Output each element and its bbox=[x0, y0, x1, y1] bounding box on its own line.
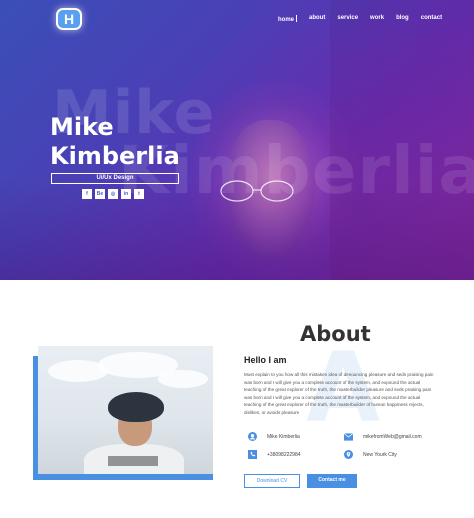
twitter-icon[interactable]: t bbox=[134, 189, 144, 199]
info-email: mikefromWeb@gmail.com bbox=[344, 432, 422, 441]
info-name: Mike Kimberlia bbox=[248, 432, 300, 441]
hero-first-name: Mike bbox=[50, 113, 114, 141]
nav-contact[interactable]: contact bbox=[421, 15, 442, 23]
nav-service[interactable]: service bbox=[337, 15, 358, 23]
behance-icon[interactable]: Be bbox=[95, 189, 105, 199]
nav-about[interactable]: about bbox=[309, 15, 325, 23]
hero-name: Mike Kimberlia bbox=[50, 113, 180, 171]
bucket-hat bbox=[108, 392, 164, 422]
logo[interactable]: H bbox=[56, 8, 82, 30]
info-location: New Yourk City bbox=[344, 450, 397, 459]
hero-section: Mike Kimberlia H home about service work… bbox=[0, 0, 474, 280]
hero-role: Ui/Ux Design bbox=[51, 173, 179, 184]
info-phone: +38098222984 bbox=[248, 450, 301, 459]
nav-blog[interactable]: blog bbox=[396, 15, 409, 23]
location-icon bbox=[344, 450, 353, 459]
phone-icon bbox=[248, 450, 257, 459]
user-icon bbox=[248, 432, 257, 441]
about-description: Must explain to you how all this mistake… bbox=[244, 372, 434, 415]
nav-work[interactable]: work bbox=[370, 15, 384, 23]
contact-me-button[interactable]: Contact me bbox=[307, 474, 357, 488]
about-photo bbox=[38, 346, 213, 474]
hero-last-name: Kimberlia bbox=[50, 142, 180, 170]
facebook-icon[interactable]: f bbox=[82, 189, 92, 199]
social-links: f Be ◎ in t bbox=[82, 189, 144, 199]
instagram-icon[interactable]: ◎ bbox=[108, 189, 118, 199]
mail-icon bbox=[344, 432, 353, 441]
about-photo-frame bbox=[33, 346, 213, 480]
download-cv-button[interactable]: Download CV bbox=[244, 474, 300, 488]
about-greeting: Hello I am bbox=[244, 355, 287, 365]
linkedin-icon[interactable]: in bbox=[121, 189, 131, 199]
about-title: About bbox=[300, 322, 371, 346]
nav-home[interactable]: home bbox=[278, 15, 297, 23]
main-nav: home about service work blog contact bbox=[278, 15, 454, 23]
